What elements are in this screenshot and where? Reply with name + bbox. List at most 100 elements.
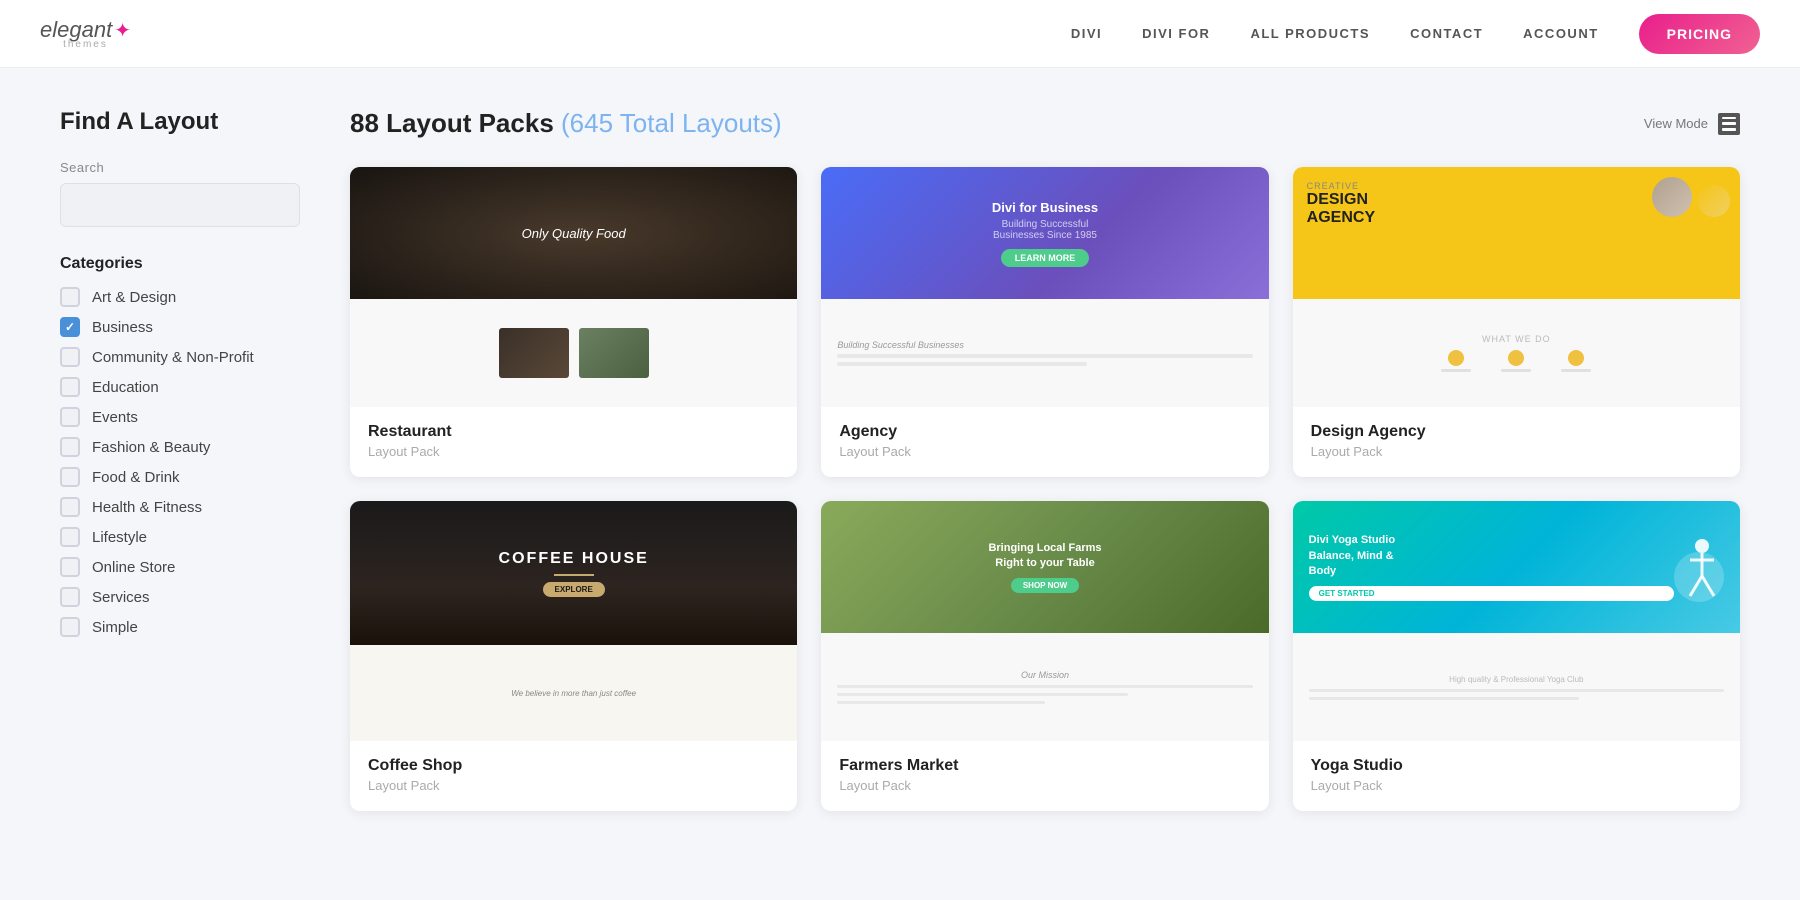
design-icon-line-2 (1501, 369, 1531, 372)
yoga-btn: GET STARTED (1309, 586, 1674, 601)
yoga-brand: Divi Yoga StudioBalance, Mind &Body (1309, 533, 1674, 579)
coffee-btn: EXPLORE (543, 582, 605, 597)
logo-star: ✦ (114, 20, 131, 42)
design-icon-1 (1441, 350, 1471, 372)
card-farmers-market-image: Bringing Local FarmsRight to your Table … (821, 501, 1268, 741)
card-design-agency-info: Design Agency Layout Pack (1293, 407, 1740, 477)
card-yoga-studio-title: Yoga Studio (1311, 757, 1722, 775)
checkbox-events[interactable] (60, 407, 80, 427)
card-coffee-shop[interactable]: COFFEE HOUSE EXPLORE We believe in more … (350, 501, 797, 811)
checkbox-health[interactable] (60, 497, 80, 517)
card-restaurant-info: Restaurant Layout Pack (350, 407, 797, 477)
card-yoga-studio[interactable]: Divi Yoga StudioBalance, Mind &Body GET … (1293, 501, 1740, 811)
sidebar-item-services[interactable]: Services (60, 587, 300, 607)
nav-contact[interactable]: CONTACT (1410, 26, 1483, 41)
agency-cta: LEARN MORE (1001, 249, 1090, 267)
checkbox-food[interactable] (60, 467, 80, 487)
yoga-bottom-line-2 (1309, 697, 1579, 700)
nav-divi-for[interactable]: DIVI FOR (1142, 26, 1210, 41)
card-farmers-market-title: Farmers Market (839, 757, 1250, 775)
checkbox-simple[interactable] (60, 617, 80, 637)
design-icon-3 (1561, 350, 1591, 372)
card-yoga-studio-subtitle: Layout Pack (1311, 778, 1722, 793)
card-farmers-market-subtitle: Layout Pack (839, 778, 1250, 793)
design-icon-line-1 (1441, 369, 1471, 372)
checkbox-art-design[interactable] (60, 287, 80, 307)
card-design-agency[interactable]: Creative DESIGNAGENCY WHAT WE DO (1293, 167, 1740, 477)
design-image-top: Creative DESIGNAGENCY (1293, 167, 1740, 299)
card-agency[interactable]: Divi for Business Building SuccessfulBus… (821, 167, 1268, 477)
category-label-services: Services (92, 589, 150, 606)
checkbox-online-store[interactable] (60, 557, 80, 577)
design-icon-circle-2 (1508, 350, 1524, 366)
sidebar-item-online-store[interactable]: Online Store (60, 557, 300, 577)
design-what-we-do: WHAT WE DO (1482, 334, 1551, 344)
category-label-lifestyle: Lifestyle (92, 529, 147, 546)
card-coffee-shop-title: Coffee Shop (368, 757, 779, 775)
card-farmers-market-info: Farmers Market Layout Pack (821, 741, 1268, 811)
nav-account[interactable]: ACCOUNT (1523, 26, 1599, 41)
card-restaurant-title: Restaurant (368, 423, 779, 441)
checkbox-lifestyle[interactable] (60, 527, 80, 547)
yoga-text-area: Divi Yoga StudioBalance, Mind &Body GET … (1309, 533, 1674, 600)
yoga-image-bottom: High quality & Professional Yoga Club (1293, 633, 1740, 741)
checkbox-fashion[interactable] (60, 437, 80, 457)
agency-headline: Divi for Business (992, 200, 1098, 215)
sidebar-item-community[interactable]: Community & Non-Profit (60, 347, 300, 367)
view-mode-icon[interactable] (1718, 113, 1740, 135)
yoga-figure (1674, 532, 1724, 602)
pricing-button[interactable]: PRICING (1639, 14, 1760, 54)
card-coffee-shop-subtitle: Layout Pack (368, 778, 779, 793)
nav-divi[interactable]: DIVI (1071, 26, 1102, 41)
layout-total: (645 Total Layouts) (561, 108, 782, 138)
category-label-simple: Simple (92, 619, 138, 636)
checkbox-services[interactable] (60, 587, 80, 607)
coffee-title: COFFEE HOUSE (499, 550, 649, 568)
sidebar: Find A Layout Search Categories Art & De… (60, 108, 300, 811)
search-input[interactable] (60, 183, 300, 227)
farmers-mission: Our Mission (837, 670, 1252, 680)
view-mode-control[interactable]: View Mode (1644, 113, 1740, 135)
sidebar-item-fashion[interactable]: Fashion & Beauty (60, 437, 300, 457)
logo[interactable]: elegant✦ themes (40, 17, 131, 50)
restaurant-image-top: Only Quality Food (350, 167, 797, 299)
design-icon-line-3 (1561, 369, 1591, 372)
yoga-bottom-text: High quality & Professional Yoga Club (1309, 675, 1724, 684)
card-coffee-shop-info: Coffee Shop Layout Pack (350, 741, 797, 811)
restaurant-tagline: Only Quality Food (522, 226, 626, 241)
category-label-events: Events (92, 409, 138, 426)
checkbox-business[interactable]: ✓ (60, 317, 80, 337)
sidebar-item-education[interactable]: Education (60, 377, 300, 397)
sidebar-item-health[interactable]: Health & Fitness (60, 497, 300, 517)
card-restaurant[interactable]: Only Quality Food Restaurant Layout Pack (350, 167, 797, 477)
yoga-bottom-line-1 (1309, 689, 1724, 692)
card-agency-info: Agency Layout Pack (821, 407, 1268, 477)
design-icons-row (1441, 350, 1591, 372)
design-circle-1 (1652, 177, 1692, 217)
farmers-image-top: Bringing Local FarmsRight to your Table … (821, 501, 1268, 633)
nav-all-products[interactable]: ALL PRODUCTS (1250, 26, 1370, 41)
categories-title: Categories (60, 255, 300, 273)
agency-sub: Building SuccessfulBusinesses Since 1985 (993, 219, 1097, 241)
site-header: elegant✦ themes DIVI DIVI FOR ALL PRODUC… (0, 0, 1800, 68)
sidebar-item-art-design[interactable]: Art & Design (60, 287, 300, 307)
category-label-business: Business (92, 319, 153, 336)
view-mode-line-2 (1722, 122, 1736, 125)
sidebar-item-lifestyle[interactable]: Lifestyle (60, 527, 300, 547)
agency-bottom-line-2 (837, 362, 1086, 366)
restaurant-image-bottom (350, 299, 797, 407)
card-farmers-market[interactable]: Bringing Local FarmsRight to your Table … (821, 501, 1268, 811)
design-circle-2 (1698, 185, 1730, 217)
design-icon-circle-1 (1448, 350, 1464, 366)
layout-grid: Only Quality Food Restaurant Layout Pack (350, 167, 1740, 811)
sidebar-item-food[interactable]: Food & Drink (60, 467, 300, 487)
sidebar-item-simple[interactable]: Simple (60, 617, 300, 637)
yoga-pose-icon (1680, 538, 1724, 602)
checkbox-community[interactable] (60, 347, 80, 367)
sidebar-item-business[interactable]: ✓ Business (60, 317, 300, 337)
view-mode-line-3 (1722, 128, 1736, 131)
farmers-line-2 (837, 693, 1128, 696)
checkbox-education[interactable] (60, 377, 80, 397)
sidebar-item-events[interactable]: Events (60, 407, 300, 427)
farmers-line-1 (837, 685, 1252, 688)
